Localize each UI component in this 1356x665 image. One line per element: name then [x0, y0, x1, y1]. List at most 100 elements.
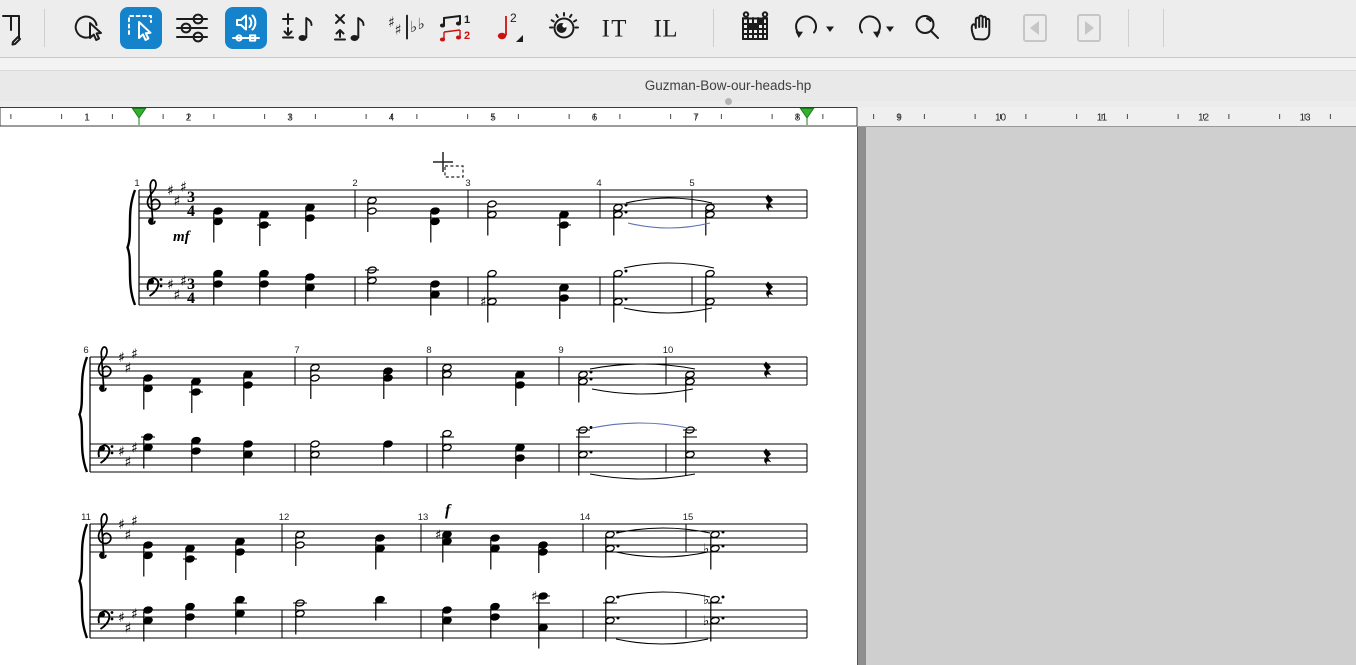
toolbar-divider	[1128, 9, 1129, 47]
lasso-select-button[interactable]	[67, 7, 109, 49]
toolbar-divider	[44, 9, 45, 47]
delete-note-button[interactable]	[330, 7, 372, 49]
svg-text:8: 8	[795, 113, 801, 124]
measure-number: 13	[418, 512, 429, 523]
svg-text:♯: ♯	[395, 23, 402, 39]
hand-icon	[962, 8, 1002, 48]
svg-text:13: 13	[1299, 113, 1311, 124]
svg-text:1: 1	[464, 14, 470, 26]
svg-text:9: 9	[896, 113, 902, 124]
toolbar-sub-strip	[0, 58, 1356, 71]
svg-text:♯: ♯	[131, 513, 138, 529]
svg-text:IL: IL	[654, 16, 678, 43]
svg-text:♯: ♯	[131, 606, 138, 622]
svg-text:IT: IT	[602, 16, 627, 43]
dynamic-marking[interactable]: mf	[173, 229, 192, 245]
page-edge-shadow	[857, 127, 866, 665]
voice-2-note-icon: 2	[490, 8, 530, 48]
svg-text:2: 2	[464, 30, 470, 42]
svg-text:♯: ♯	[125, 527, 132, 543]
playback-selection-button[interactable]	[225, 7, 267, 49]
svg-text:♯: ♯	[435, 528, 441, 543]
svg-text:♯: ♯	[125, 454, 132, 470]
svg-text:♭: ♭	[703, 614, 709, 629]
measure-number: 14	[580, 512, 591, 523]
voices-1-2-icon: 1 2	[436, 8, 478, 48]
marquee-select-button[interactable]	[120, 7, 162, 49]
svg-text:1: 1	[84, 113, 90, 124]
chevron-down-icon	[885, 25, 895, 33]
score-canvas[interactable]: ♯♯♯♯♯♯343412345♯♯♯♯♯♯♯678910♯♯♯♯♯♯111213…	[0, 127, 1356, 665]
ruler[interactable]: 12345678910111213	[0, 107, 1356, 127]
accidentals-icon: ♯ ♯ ♭ ♭	[386, 8, 428, 48]
score-edit-button[interactable]	[0, 7, 30, 49]
marquee-select-icon	[121, 8, 161, 48]
insert-note-icon	[279, 8, 319, 48]
toolbar-divider	[1163, 9, 1164, 47]
svg-text:♯: ♯	[125, 620, 132, 636]
chord-diagram-icon	[735, 8, 775, 48]
page-previous-icon	[1015, 8, 1055, 48]
svg-text:2: 2	[186, 113, 192, 124]
redo-icon	[849, 8, 889, 48]
svg-text:♯: ♯	[531, 590, 537, 605]
measure-number: 7	[294, 345, 299, 356]
chevron-down-icon	[825, 25, 835, 33]
insert-lyrics-icon: IL	[646, 8, 688, 48]
svg-text:♯: ♯	[180, 273, 187, 289]
svg-text:4: 4	[187, 203, 195, 220]
measure-number: 6	[83, 345, 88, 356]
delete-note-icon	[331, 8, 371, 48]
zoom-tool-button[interactable]	[906, 7, 948, 49]
insert-note-button[interactable]	[278, 7, 320, 49]
svg-text:6: 6	[592, 113, 598, 124]
voices-1-2-button[interactable]: 1 2	[436, 7, 478, 49]
page-next-icon	[1069, 8, 1109, 48]
insert-text-icon: IT	[594, 8, 636, 48]
toolbar-divider	[713, 9, 714, 47]
undo-button[interactable]	[786, 7, 828, 49]
magnifier-icon	[907, 8, 947, 48]
splitter-handle-dot[interactable]	[725, 98, 732, 105]
score-edit-icon	[0, 8, 29, 48]
view-options-button[interactable]	[543, 7, 585, 49]
toolbar: ♯ ♯ ♭ ♭ 1 2	[0, 0, 1356, 58]
svg-text:5: 5	[490, 113, 496, 124]
svg-text:♭: ♭	[418, 15, 425, 33]
svg-text:♯: ♯	[174, 193, 181, 209]
score-page[interactable]	[0, 127, 857, 665]
svg-text:10: 10	[995, 113, 1007, 124]
svg-text:4: 4	[187, 290, 195, 307]
svg-text:♯: ♯	[131, 440, 138, 456]
next-page-button[interactable]	[1068, 7, 1110, 49]
svg-text:3: 3	[287, 113, 293, 124]
insert-lyrics-button[interactable]: IL	[646, 7, 688, 49]
svg-text:♯: ♯	[125, 360, 132, 376]
svg-text:11: 11	[1097, 113, 1108, 124]
svg-text:♭: ♭	[703, 542, 709, 557]
playback-selection-icon	[226, 8, 266, 48]
undo-menu-button[interactable]	[824, 22, 836, 36]
document-title-bar: Guzman-Bow-our-heads-hp	[0, 71, 1356, 101]
svg-text:7: 7	[693, 113, 699, 124]
insert-text-button[interactable]: IT	[594, 7, 636, 49]
svg-text:12: 12	[1198, 113, 1210, 124]
redo-menu-button[interactable]	[884, 22, 896, 36]
document-title: Guzman-Bow-our-heads-hp	[645, 78, 812, 93]
measure-number: 3	[465, 178, 470, 189]
previous-page-button[interactable]	[1014, 7, 1056, 49]
filter-settings-icon	[172, 8, 212, 48]
measure-number: 4	[596, 178, 601, 189]
lasso-select-icon	[68, 8, 108, 48]
chord-diagram-button[interactable]	[734, 7, 776, 49]
voice-2-note-button[interactable]: 2	[489, 7, 531, 49]
measure-number: 9	[558, 345, 563, 356]
filter-settings-button[interactable]	[171, 7, 213, 49]
svg-text:2: 2	[510, 11, 517, 25]
pan-tool-button[interactable]	[961, 7, 1003, 49]
svg-text:4: 4	[389, 113, 395, 124]
measure-number: 1	[134, 178, 139, 189]
accidentals-button[interactable]: ♯ ♯ ♭ ♭	[386, 7, 428, 49]
measure-number: 5	[689, 178, 694, 189]
measure-number: 8	[426, 345, 431, 356]
